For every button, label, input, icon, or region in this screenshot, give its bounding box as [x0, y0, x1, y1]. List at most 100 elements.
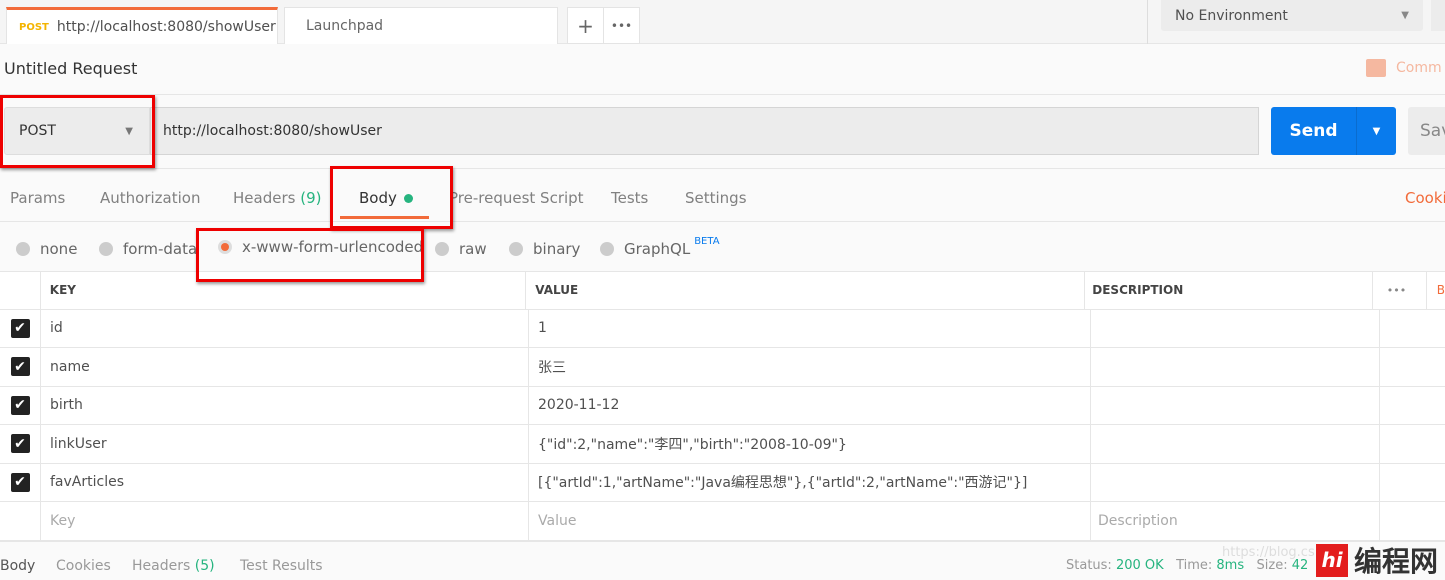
- key-cell[interactable]: name: [41, 348, 529, 386]
- radio-label: binary: [533, 240, 581, 258]
- annotation-box-body-tab: [330, 166, 453, 229]
- response-tab-body[interactable]: Body: [0, 558, 35, 574]
- radio-icon: [509, 242, 523, 256]
- row-checkbox[interactable]: ✔: [10, 357, 30, 377]
- tab-pre-request-script[interactable]: Pre-request Script: [449, 189, 584, 207]
- table-row: ✔ favArticles [{"artId":1,"artName":"Jav…: [0, 463, 1445, 502]
- save-button[interactable]: Sav: [1408, 107, 1445, 155]
- request-title: Untitled Request: [4, 59, 138, 78]
- value-cell[interactable]: 2020-11-12: [529, 386, 1091, 424]
- environment-select[interactable]: No Environment ▼: [1161, 0, 1423, 31]
- radio-label: raw: [459, 240, 487, 258]
- url-value: http://localhost:8080/showUser: [163, 123, 382, 139]
- new-tab-button[interactable]: +: [567, 7, 604, 44]
- tab-label: Headers: [132, 558, 191, 574]
- tab-settings[interactable]: Settings: [685, 189, 747, 207]
- description-cell[interactable]: [1091, 463, 1380, 501]
- body-mode-raw[interactable]: raw: [435, 240, 487, 258]
- divider: [0, 541, 1445, 542]
- key-input[interactable]: Key: [41, 502, 529, 540]
- tab-headers[interactable]: Headers (9): [233, 189, 321, 207]
- response-tab-cookies[interactable]: Cookies: [56, 558, 111, 574]
- body-mode-graphql[interactable]: GraphQL BETA: [600, 236, 720, 258]
- body-mode-form-data[interactable]: form-data: [99, 240, 197, 258]
- divider: [0, 221, 1445, 222]
- column-value: VALUE: [526, 272, 1086, 309]
- response-tab-test-results[interactable]: Test Results: [240, 558, 323, 574]
- annotation-box-method: [0, 95, 155, 168]
- radio-icon: [16, 242, 30, 256]
- cookies-link[interactable]: Cooki: [1405, 189, 1445, 207]
- key-cell[interactable]: favArticles: [41, 463, 529, 501]
- watermark-logo: hi 编程网: [1316, 540, 1438, 580]
- key-cell[interactable]: id: [41, 309, 529, 347]
- request-tab-active[interactable]: POST http://localhost:8080/showUser: [6, 7, 278, 44]
- status-value: 200 OK: [1115, 558, 1164, 573]
- key-cell[interactable]: linkUser: [41, 425, 529, 463]
- value-cell[interactable]: 1: [529, 309, 1091, 347]
- table-row: ✔ id 1: [0, 309, 1445, 348]
- description-cell[interactable]: [1091, 425, 1380, 463]
- tab-tests[interactable]: Tests: [611, 189, 648, 207]
- bulk-edit-link[interactable]: B: [1437, 283, 1445, 297]
- comments-button[interactable]: Comm: [1366, 59, 1442, 77]
- send-button[interactable]: Send ▼: [1271, 107, 1396, 155]
- row-checkbox[interactable]: ✔: [10, 395, 30, 415]
- tab-authorization[interactable]: Authorization: [100, 189, 200, 207]
- value-cell[interactable]: {"id":2,"name":"李四","birth":"2008-10-09"…: [529, 425, 1091, 463]
- table-row-new: Key Value Description: [0, 502, 1445, 541]
- description-cell[interactable]: [1091, 309, 1380, 347]
- table-row: ✔ name 张三: [0, 348, 1445, 387]
- tab-method: POST: [19, 21, 49, 33]
- radio-label: GraphQL: [624, 240, 691, 258]
- response-tab-headers[interactable]: Headers (5): [132, 558, 215, 574]
- description-input[interactable]: Description: [1091, 502, 1380, 540]
- tab-more-button[interactable]: •••: [603, 7, 640, 44]
- value-cell[interactable]: [{"artId":1,"artName":"Java编程思想"},{"artI…: [529, 463, 1091, 501]
- tab-params[interactable]: Params: [10, 189, 65, 207]
- tab-label: http://localhost:8080/showUser: [56, 19, 276, 35]
- value-cell[interactable]: 张三: [529, 348, 1091, 386]
- beta-badge: BETA: [694, 235, 720, 247]
- annotation-box-urlencoded: [196, 228, 424, 282]
- table-more-button[interactable]: •••: [1387, 272, 1427, 309]
- url-input[interactable]: http://localhost:8080/showUser: [150, 107, 1259, 155]
- headers-count: (9): [300, 189, 322, 207]
- table-row: ✔ birth 2020-11-12: [0, 386, 1445, 425]
- column-description: DESCRIPTION: [1085, 272, 1373, 309]
- environment-quicklook-button[interactable]: [1431, 0, 1445, 31]
- radio-label: form-data: [123, 240, 198, 258]
- logo-text: 编程网: [1354, 545, 1439, 578]
- params-table: KEY VALUE DESCRIPTION ••• B ✔ id 1 ✔ name…: [0, 271, 1445, 541]
- radio-icon: [600, 242, 614, 256]
- plus-icon: +: [577, 13, 594, 38]
- time-value: 8ms: [1216, 558, 1245, 573]
- row-checkbox[interactable]: ✔: [10, 318, 30, 338]
- value-input[interactable]: Value: [529, 502, 1091, 540]
- tab-label: Launchpad: [306, 18, 384, 34]
- size-label: Size:: [1256, 558, 1288, 573]
- table-row: ✔ linkUser {"id":2,"name":"李四","birth":"…: [0, 425, 1445, 464]
- save-label: Sav: [1420, 121, 1445, 141]
- send-options-caret-icon[interactable]: ▼: [1357, 126, 1396, 137]
- radio-icon: [435, 242, 449, 256]
- row-checkbox[interactable]: ✔: [10, 434, 30, 454]
- tab-label: Headers: [233, 189, 296, 207]
- key-cell[interactable]: birth: [41, 386, 529, 424]
- comment-icon: [1366, 59, 1386, 77]
- caret-down-icon: ▼: [1401, 10, 1409, 21]
- watermark-url: https://blog.cs: [1222, 545, 1315, 560]
- more-icon: •••: [610, 18, 633, 33]
- send-label: Send: [1271, 107, 1357, 155]
- time-label: Time:: [1176, 558, 1213, 573]
- body-mode-none[interactable]: none: [16, 240, 77, 258]
- divider: [1147, 0, 1148, 44]
- body-mode-binary[interactable]: binary: [509, 240, 580, 258]
- divider: [0, 168, 1445, 169]
- status-label: Status:: [1066, 558, 1112, 573]
- description-cell[interactable]: [1091, 386, 1380, 424]
- request-tab-launchpad[interactable]: Launchpad: [284, 7, 558, 44]
- description-cell[interactable]: [1091, 348, 1380, 386]
- row-checkbox[interactable]: ✔: [10, 472, 30, 492]
- radio-label: none: [40, 240, 78, 258]
